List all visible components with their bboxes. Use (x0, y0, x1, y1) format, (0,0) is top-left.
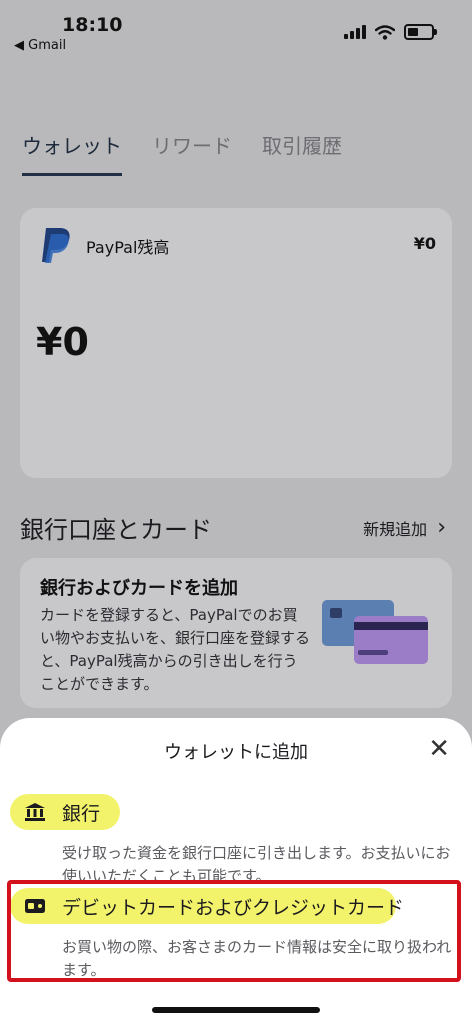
paypal-balance-amount: ¥0 (36, 320, 89, 364)
annotation-highlight-box (7, 880, 461, 982)
bank-icon (25, 803, 45, 821)
tab-transactions[interactable]: 取引履歴 (262, 130, 342, 176)
sheet-title: ウォレットに追加 (164, 742, 308, 763)
tab-rewards[interactable]: リワード (152, 130, 232, 176)
paypal-balance-label: PayPal残高 (86, 238, 170, 257)
paypal-balance-amount-small: ¥0 (413, 234, 436, 253)
status-icons (344, 24, 437, 40)
add-bank-card-promo[interactable]: 銀行およびカードを追加 カードを登録すると、PayPalでのお買い物やお支払いを… (20, 558, 452, 708)
promo-description: カードを登録すると、PayPalでのお買い物やお支払いを、銀行口座を登録すると、… (40, 606, 311, 693)
option-bank-label: 銀行 (62, 803, 101, 825)
wallet-tabs: ウォレット リワード 取引履歴 (22, 130, 342, 176)
home-indicator[interactable] (152, 1007, 320, 1013)
wifi-icon (375, 24, 395, 40)
tab-wallet[interactable]: ウォレット (22, 130, 122, 176)
bank-and-cards-heading: 銀行口座とカード (20, 516, 212, 544)
add-new-link[interactable]: 新規追加 › (363, 516, 446, 540)
close-icon[interactable]: ✕ (428, 734, 450, 764)
status-time: 18:10 (62, 14, 123, 36)
cellular-signal-icon (344, 25, 366, 39)
promo-title: 銀行およびカードを追加 (40, 578, 238, 599)
back-to-gmail-link[interactable]: ◀ Gmail (14, 38, 66, 53)
chevron-right-icon: › (437, 515, 446, 540)
cards-illustration-icon (322, 600, 428, 664)
status-bar: 18:10 ◀ Gmail (0, 0, 472, 60)
paypal-balance-card[interactable]: PayPal残高 ¥0 ¥0 (20, 208, 452, 478)
battery-icon (404, 24, 437, 40)
add-new-label: 新規追加 (363, 520, 428, 539)
paypal-logo-icon (42, 228, 70, 263)
